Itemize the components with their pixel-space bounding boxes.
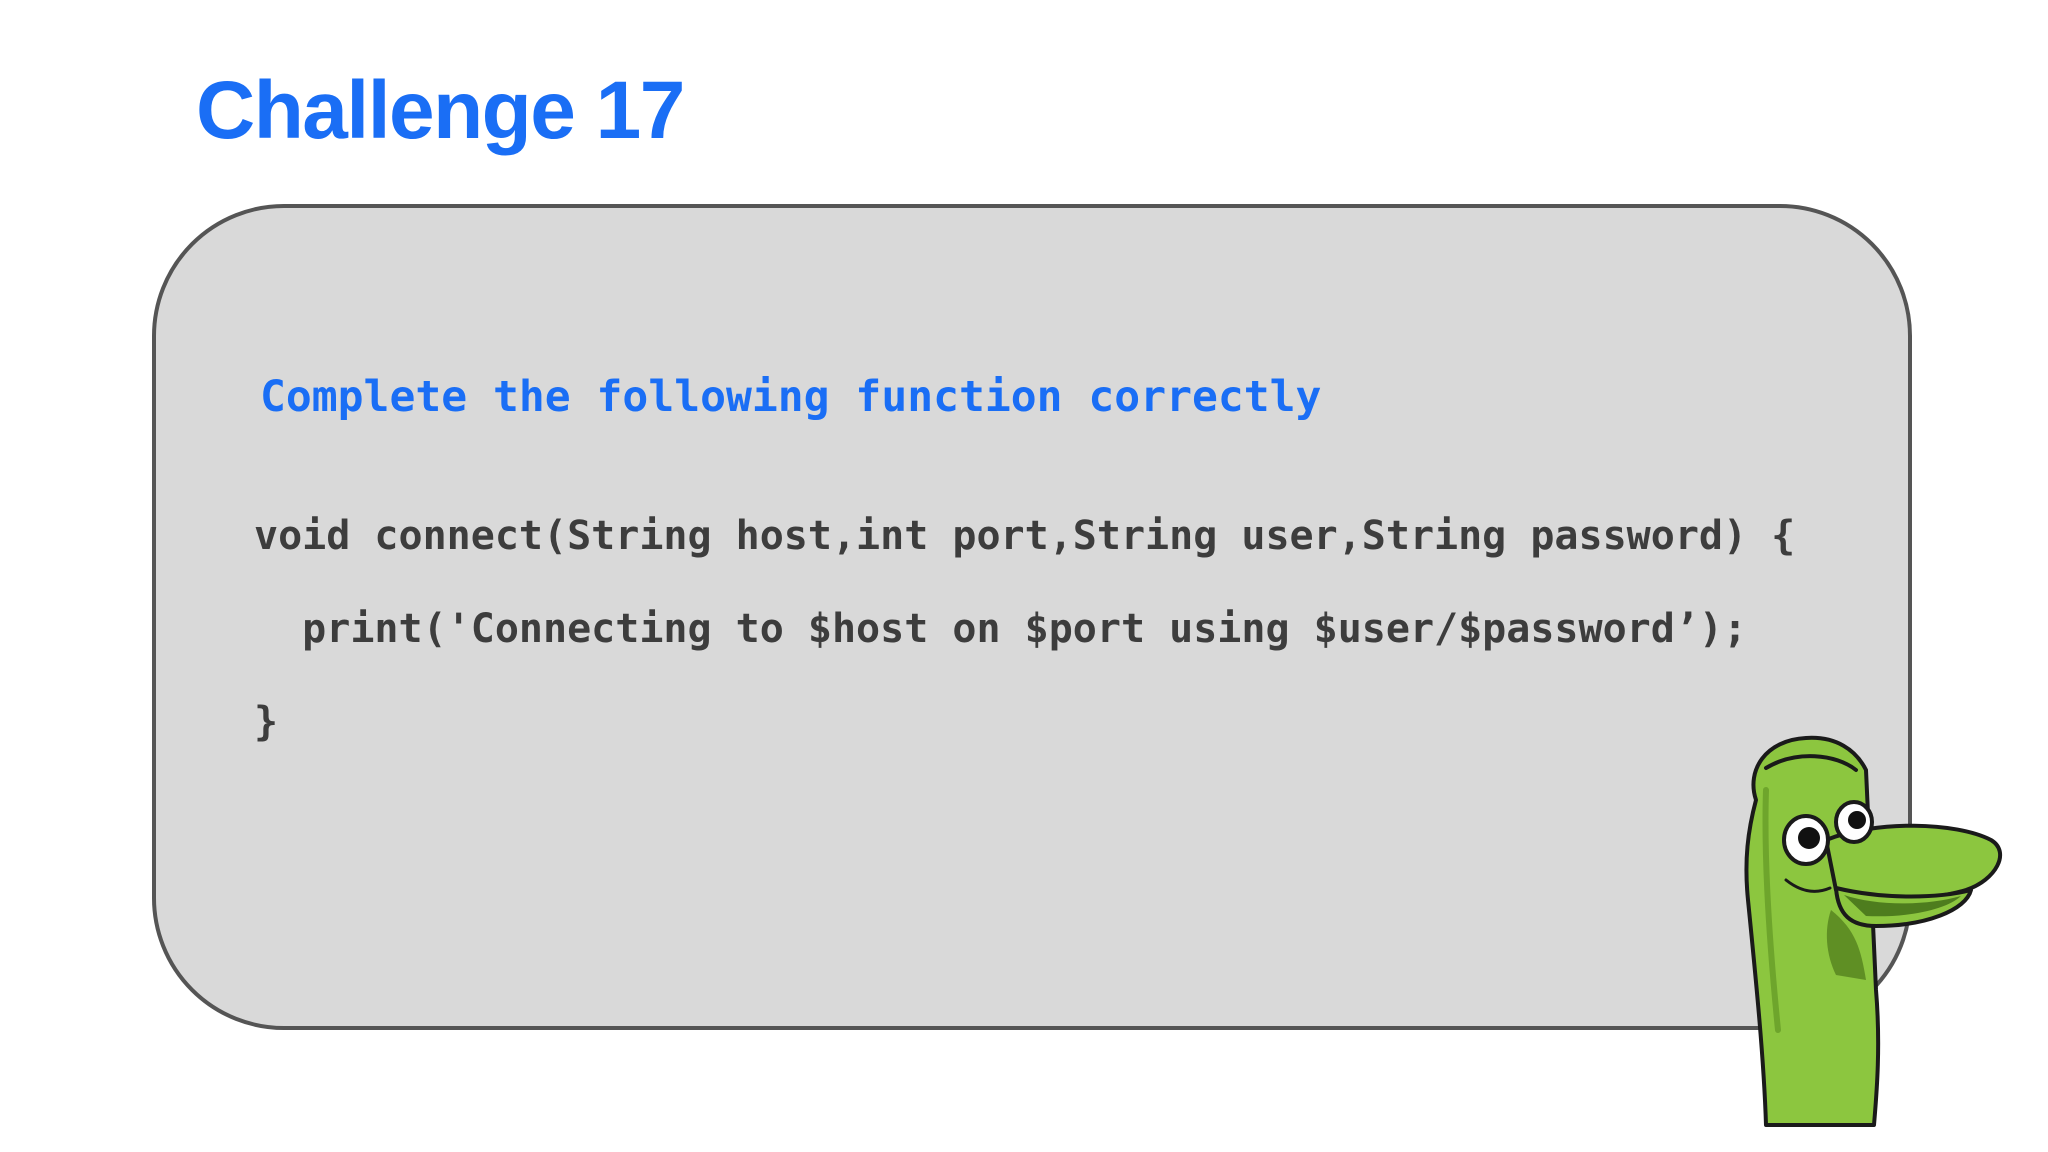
challenge-prompt: Complete the following function correctl…: [260, 372, 1322, 422]
code-line-body: print('Connecting to $host on $port usin…: [254, 606, 1748, 652]
code-line-signature: void connect(String host,int port,String…: [254, 513, 1796, 559]
mascot-icon: [1744, 735, 2003, 1127]
slide: Challenge 17 Complete the following func…: [0, 0, 2048, 1152]
code-block: void connect(String host,int port,String…: [254, 490, 1795, 769]
code-line-close: }: [254, 699, 279, 745]
slide-title: Challenge 17: [196, 65, 685, 156]
